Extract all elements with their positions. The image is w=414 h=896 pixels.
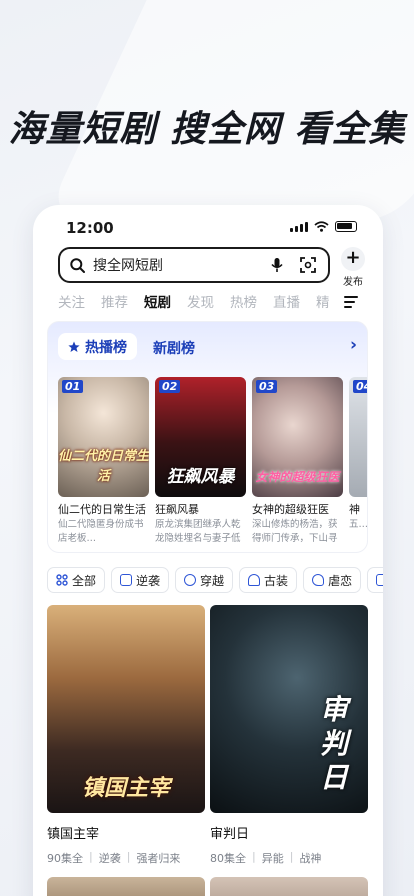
rank-poster: 01 仙二代的日常生活 [58,377,149,497]
rank-description: 仙二代隐匿身份成书店老板… [58,519,144,544]
rank-item[interactable]: 04 神 五… [349,377,368,546]
plus-icon: + [341,247,365,271]
genre-tag: 逆袭 [98,852,121,865]
chip-time-travel[interactable]: 穿越 [175,567,234,593]
signal-icon [290,221,308,232]
rank-description: 五… [349,519,368,530]
rank-title: 狂飙风暴 [155,503,199,516]
category-tabs: 关注 推荐 短剧 发现 热榜 直播 精 [58,291,358,315]
rank-number: 03 [256,380,278,393]
search-icon [70,257,85,273]
poster-title: 狂飙风暴 [166,467,235,487]
rank-description: 深山修炼的杨浩，获得师门传承，下山寻 [252,519,338,544]
tab-recommend[interactable]: 推荐 [101,291,128,315]
ranking-panel: 热播榜 新剧榜 › 01 仙二代的日常生活 仙二代的日常生活 仙二代隐匿身份成书… [47,321,368,553]
rank-number: 01 [62,380,84,393]
chip-costume[interactable]: 古装 [239,567,298,593]
tab-discover[interactable]: 发现 [187,291,214,315]
portal-icon [184,574,197,586]
tab-follow[interactable]: 关注 [58,291,85,315]
scan-icon[interactable] [300,257,316,273]
tab-new-drama[interactable]: 新剧榜 [153,338,195,358]
tab-hot-list[interactable]: 热榜 [230,291,257,315]
phone-frame: 12:00 搜全网短剧 + 发布 关注 推荐 短剧 发现 热榜 直播 精 热播榜… [33,205,383,896]
chip-label: 逆袭 [136,573,161,588]
search-input[interactable]: 搜全网短剧 [93,255,270,275]
heart-icon [312,574,325,586]
poster-title: 镇国主宰 [81,776,170,801]
poster-title: 女神的超级狂医 [255,470,340,484]
rank-description: 原龙滨集团继承人乾龙隐姓埋名与妻子低 [155,519,241,544]
rank-number: 04 [353,380,367,393]
tab-hot-play[interactable]: 热播榜 [58,333,137,360]
rank-title: 女神的超级狂医 [252,503,329,516]
status-icons [290,221,357,232]
chevron-right-icon[interactable]: › [350,335,357,355]
episode-count: 80集全 [210,852,246,865]
rank-item[interactable]: 03 女神的超级狂医 女神的超级狂医 深山修炼的杨浩，获得师门传承，下山寻 [252,377,343,546]
chip-all[interactable]: 全部 [47,567,106,593]
status-bar: 12:00 [33,205,383,245]
drama-card[interactable]: 镇国主宰 镇国主宰 90集全 | 逆袭 | 强者归来 [47,605,205,866]
search-bar[interactable]: 搜全网短剧 [58,247,330,283]
rank-poster: 04 [349,377,367,497]
costume-icon [248,574,261,586]
poster-title: 仙二代的日常生活 [58,449,149,484]
card-title: 镇国主宰 [47,827,100,842]
genre-filter: 全部 逆袭 穿越 古装 虐恋 都 [47,567,383,595]
grid-icon [56,574,68,586]
card-meta: 90集全 | 逆袭 | 强者归来 [47,850,181,865]
tab-selected[interactable]: 精 [316,291,330,315]
chip-urban[interactable]: 都 [367,567,383,593]
microphone-icon[interactable] [270,257,284,273]
status-time: 12:00 [66,219,114,237]
chip-label: 古装 [264,573,289,588]
genre-tag: 强者归来 [136,852,181,865]
wifi-icon [314,221,329,232]
star-icon [68,341,80,352]
genre-tag: 战神 [299,852,322,865]
publish-button[interactable]: + 发布 [338,247,368,288]
rank-poster: 03 女神的超级狂医 [252,377,343,497]
menu-icon[interactable] [344,296,358,311]
publish-label: 发布 [343,277,363,288]
promo-headline: 海量短剧 搜全网 看全集 [8,109,406,150]
battery-icon [335,221,357,232]
chip-label: 虐恋 [328,573,353,588]
chip-heartbreak[interactable]: 虐恋 [303,567,362,593]
card-title: 审判日 [210,827,250,842]
episode-count: 90集全 [47,852,83,865]
rank-number: 02 [159,380,181,393]
chip-label: 穿越 [200,573,225,588]
next-card-preview[interactable] [210,877,368,896]
genre-tag: 异能 [261,852,284,865]
card-meta: 80集全 | 异能 | 战神 [210,850,322,865]
rank-title: 仙二代的日常生活 [58,503,146,516]
drama-card[interactable]: 审判日 审判日 80集全 | 异能 | 战神 [210,605,368,866]
tab-short-drama[interactable]: 短剧 [144,291,171,315]
rank-item[interactable]: 02 狂飙风暴 狂飙风暴 原龙滨集团继承人乾龙隐姓埋名与妻子低 [155,377,246,546]
tab-live[interactable]: 直播 [273,291,300,315]
poster-title: 审判日 [319,693,348,794]
chip-counterattack[interactable]: 逆袭 [111,567,170,593]
rank-title: 神 [349,503,360,516]
chip-label: 全部 [72,573,97,588]
shield-icon [120,574,133,586]
next-card-preview[interactable] [47,877,205,896]
tab-hot-play-label: 热播榜 [85,339,127,356]
card-poster: 镇国主宰 [47,605,205,813]
rank-poster: 02 狂飙风暴 [155,377,246,497]
building-icon [376,574,383,586]
card-poster: 审判日 [210,605,368,813]
rank-item[interactable]: 01 仙二代的日常生活 仙二代的日常生活 仙二代隐匿身份成书店老板… [58,377,149,546]
